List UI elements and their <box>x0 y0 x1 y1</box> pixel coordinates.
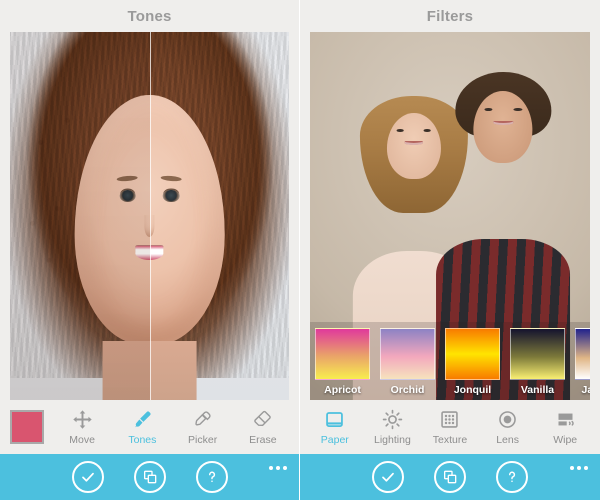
filters-toolbar: Paper Lighting Texture Lens Wipe <box>300 400 600 454</box>
photo-canvas-couple[interactable]: Apricot Orchid Jonquil Vanilla J <box>310 32 590 400</box>
layers-icon <box>143 470 156 484</box>
layers-button[interactable] <box>133 461 166 493</box>
apply-button[interactable] <box>71 461 104 493</box>
tool-texture[interactable]: Texture <box>421 403 479 451</box>
couple-photo: Apricot Orchid Jonquil Vanilla J <box>310 32 590 400</box>
tool-label: Wipe <box>553 433 578 446</box>
filter-item-vanilla[interactable]: Vanilla <box>505 322 570 400</box>
help-button[interactable] <box>195 461 228 493</box>
question-icon <box>208 471 215 483</box>
filter-item-orchid[interactable]: Orchid <box>375 322 440 400</box>
eraser-icon <box>252 409 273 431</box>
dot <box>269 466 273 470</box>
tool-tones[interactable]: Tones <box>112 403 172 451</box>
tool-lens[interactable]: Lens <box>479 403 537 451</box>
dot <box>577 466 581 470</box>
more-button[interactable] <box>269 466 287 470</box>
tool-label: Move <box>69 433 95 446</box>
lens-icon <box>497 409 518 431</box>
tool-paper[interactable]: Paper <box>306 403 364 451</box>
color-swatch[interactable] <box>10 410 44 444</box>
tool-label: Picker <box>188 433 218 446</box>
filter-label: Orchid <box>390 384 425 396</box>
woman-eyes <box>396 128 431 132</box>
dot <box>283 466 287 470</box>
dual-screenshot: Tones Move Tones Picker Erase Filters Ap… <box>0 0 600 500</box>
filters-panel: Filters Apricot Orchid Jonquil Vanilla J… <box>300 0 600 500</box>
paper-icon <box>324 409 345 431</box>
man-smile <box>493 121 514 126</box>
tones-panel: Tones Move Tones Picker Erase <box>0 0 300 500</box>
tool-wipe[interactable]: Wipe <box>536 403 594 451</box>
filter-thumbnail <box>315 328 370 380</box>
filter-label: Jasmine <box>581 384 590 396</box>
filter-item-apricot[interactable]: Apricot <box>310 322 375 400</box>
dot <box>276 466 280 470</box>
sun-icon <box>382 409 403 431</box>
move-icon <box>72 409 93 431</box>
filter-thumbnail <box>380 328 435 380</box>
tool-move[interactable]: Move <box>52 403 112 451</box>
filter-item-jasmine[interactable]: Jasmine <box>570 322 590 400</box>
page-title: Filters <box>426 7 474 25</box>
tool-lighting[interactable]: Lighting <box>364 403 422 451</box>
filter-thumbnail <box>445 328 500 380</box>
filter-item-jonquil[interactable]: Jonquil <box>440 322 505 400</box>
tool-label: Erase <box>249 433 277 446</box>
tones-app-bar <box>0 454 299 500</box>
filter-label: Vanilla <box>520 384 555 396</box>
photo-canvas-portrait[interactable] <box>10 32 289 400</box>
tool-erase[interactable]: Erase <box>233 403 293 451</box>
portrait-photo <box>10 32 289 400</box>
filter-thumbnail <box>510 328 565 380</box>
man-eyes <box>484 108 523 112</box>
wipe-icon <box>555 409 576 431</box>
filter-thumbnail <box>575 328 590 380</box>
page-title: Tones <box>127 7 172 25</box>
dot <box>570 466 574 470</box>
tool-label: Tones <box>128 433 157 446</box>
layers-icon <box>444 470 457 484</box>
tones-toolbar: Move Tones Picker Erase <box>0 400 299 454</box>
tool-label: Lens <box>496 433 519 446</box>
filter-strip[interactable]: Apricot Orchid Jonquil Vanilla J <box>310 322 590 400</box>
man-head <box>473 90 533 164</box>
portrait-brow-right <box>160 174 183 182</box>
eyedropper-icon <box>192 409 213 431</box>
filter-label: Jonquil <box>453 384 492 396</box>
tool-label: Texture <box>432 433 468 446</box>
dot <box>584 466 588 470</box>
before-half-overlay <box>10 32 150 400</box>
woman-head <box>386 112 441 179</box>
tones-title-bar: Tones <box>0 0 299 32</box>
filters-title-bar: Filters <box>300 0 600 32</box>
filters-app-bar <box>300 454 600 500</box>
filter-label: Apricot <box>324 384 361 396</box>
check-icon <box>81 472 94 482</box>
filters-canvas-area: Apricot Orchid Jonquil Vanilla J <box>300 32 600 400</box>
more-button[interactable] <box>570 466 588 470</box>
before-after-divider[interactable] <box>149 32 151 400</box>
check-icon <box>382 472 394 482</box>
tool-label: Paper <box>320 433 349 446</box>
tool-picker[interactable]: Picker <box>173 403 233 451</box>
help-button[interactable] <box>496 461 528 493</box>
layers-button[interactable] <box>434 461 466 493</box>
tones-canvas-area <box>0 32 299 400</box>
portrait-eye-right <box>163 189 180 203</box>
brush-icon <box>132 409 153 431</box>
apply-button[interactable] <box>372 461 404 493</box>
tool-label: Lighting <box>374 433 411 446</box>
woman-smile <box>404 140 423 145</box>
question-icon <box>509 471 516 483</box>
texture-grid-icon <box>439 409 460 431</box>
